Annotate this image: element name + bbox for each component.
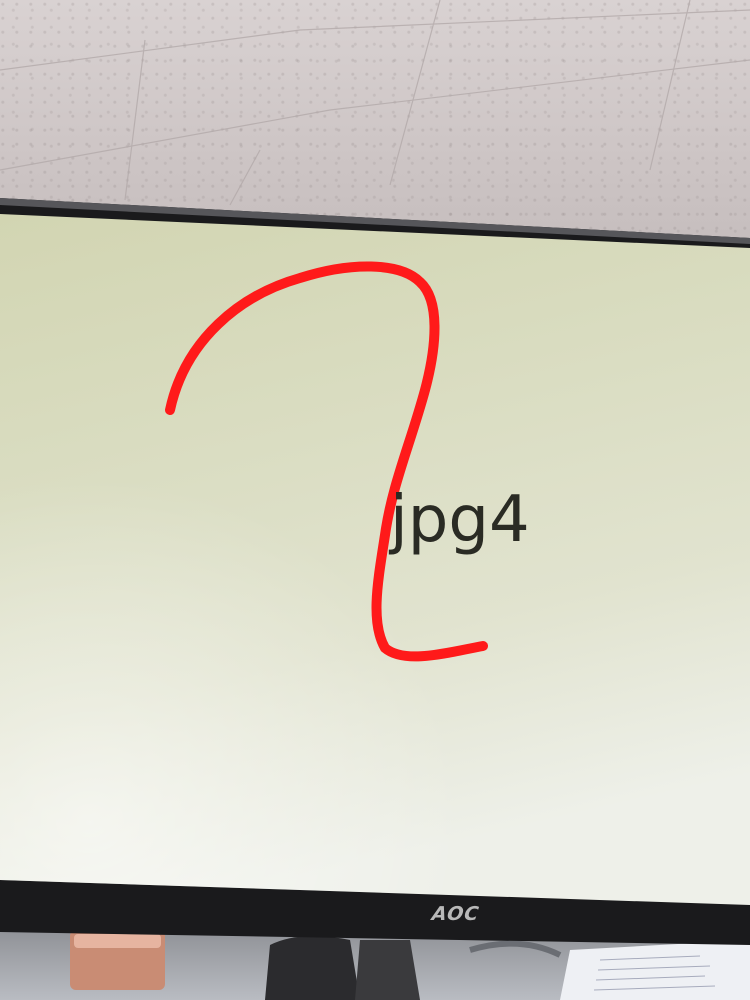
desk-paper xyxy=(560,940,750,1000)
photo-scene: jpg4 AOC xyxy=(0,0,750,1000)
desk-object-dark xyxy=(265,936,360,1000)
monitor xyxy=(0,198,750,1000)
monitor-brand-logo: AOC xyxy=(430,903,481,925)
screen-text-jpg4: jpg4 xyxy=(390,483,530,557)
